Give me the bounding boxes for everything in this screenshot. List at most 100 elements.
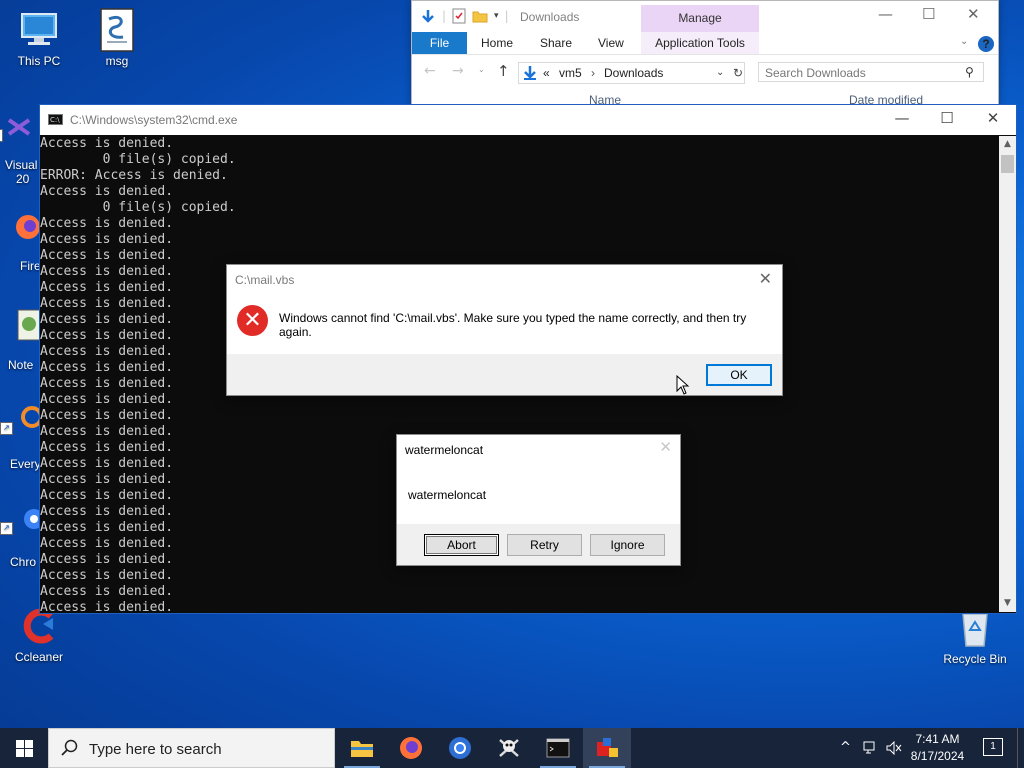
- maximize-button[interactable]: ☐: [927, 109, 967, 127]
- search-input[interactable]: Search Downloads: [758, 62, 984, 82]
- network-icon[interactable]: [863, 741, 879, 755]
- tab-file[interactable]: File: [412, 32, 467, 54]
- scrollbar-thumb[interactable]: [1001, 155, 1014, 173]
- ok-button[interactable]: OK: [706, 364, 772, 386]
- desktop-icon-label: 20: [16, 172, 30, 186]
- cmd-titlebar[interactable]: C:\ C:\Windows\system32\cmd.exe — ☐ ✕: [40, 105, 1016, 135]
- recent-locations-icon[interactable]: ⌄: [478, 65, 485, 74]
- console-line: Access is denied.: [40, 184, 174, 199]
- taskbar-chrome[interactable]: [436, 728, 484, 768]
- error-dialog[interactable]: C:\mail.vbs ✕ ✕ Windows cannot find 'C:\…: [226, 264, 783, 396]
- desktop-icon-notepad[interactable]: Note: [0, 308, 41, 372]
- new-folder-icon[interactable]: [472, 9, 488, 23]
- minimize-button[interactable]: —: [882, 109, 922, 127]
- properties-icon[interactable]: [452, 8, 466, 24]
- tab-application-tools[interactable]: Application Tools: [641, 32, 759, 54]
- desktop-icon-label: This PC: [17, 54, 61, 68]
- desktop-icon-visual-studio[interactable]: ↗ Visual 20: [0, 112, 40, 186]
- dialog-title: watermeloncat: [405, 443, 484, 457]
- up-arrow-icon[interactable]: ↑: [497, 62, 510, 80]
- taskbar: Type here to search ^ 7:41 AM 8/17/2024 …: [0, 728, 1024, 768]
- maximize-button[interactable]: ☐: [922, 5, 935, 23]
- desktop-icon-label: msg: [105, 54, 129, 68]
- scroll-down-arrow-icon[interactable]: ▼: [999, 595, 1016, 612]
- desktop-icon-label: Note: [8, 358, 34, 372]
- start-button[interactable]: [0, 728, 48, 768]
- address-bar[interactable]: « vm5 › Downloads ⌄ ↻: [518, 62, 745, 84]
- chrome-icon: ↗: [0, 505, 42, 535]
- skull-crossbones-icon: [499, 739, 519, 757]
- dialog-button-bar: Abort Retry Ignore: [397, 524, 680, 565]
- desktop-icon-msg[interactable]: msg: [81, 8, 153, 68]
- computer-icon: [17, 8, 61, 52]
- desktop-icon-label: Visual: [5, 158, 38, 172]
- minimize-button[interactable]: —: [878, 5, 893, 23]
- help-icon[interactable]: ?: [978, 36, 994, 52]
- tab-home[interactable]: Home: [481, 36, 513, 50]
- script-host-icon: [597, 738, 618, 757]
- vertical-scrollbar[interactable]: ▲ ▼: [999, 136, 1016, 612]
- abort-retry-ignore-dialog[interactable]: watermeloncat ✕ watermeloncat Abort Retr…: [396, 434, 681, 566]
- dialog-button-bar: OK: [227, 354, 782, 395]
- desktop-icon-label: Ccleaner: [14, 650, 64, 664]
- scroll-up-arrow-icon[interactable]: ▲: [999, 136, 1016, 153]
- refresh-icon[interactable]: ↻: [733, 63, 743, 83]
- cmd-icon: [546, 738, 570, 758]
- desktop-icon-firefox[interactable]: Fire: [0, 213, 41, 273]
- desktop-icon-recycle-bin[interactable]: Recycle Bin: [939, 606, 1011, 666]
- taskbar-pirate-app[interactable]: [485, 728, 533, 768]
- search-icon: [61, 739, 78, 756]
- close-icon[interactable]: ✕: [759, 269, 772, 288]
- tab-view[interactable]: View: [598, 36, 624, 50]
- clock-time: 7:41 AM: [915, 732, 960, 746]
- console-line: Access is denied.: [40, 568, 174, 583]
- taskbar-cmd[interactable]: [534, 728, 582, 768]
- action-center-button[interactable]: 1: [983, 738, 1003, 756]
- tab-share[interactable]: Share: [540, 36, 572, 50]
- console-line: Access is denied.: [40, 600, 174, 612]
- explorer-titlebar[interactable]: | ▾ | Downloads Manage — ☐ ✕: [412, 1, 998, 32]
- back-arrow-icon[interactable]: ←: [424, 63, 436, 79]
- chrome-icon: [449, 737, 471, 759]
- breadcrumb-vm5[interactable]: vm5: [559, 63, 582, 83]
- retry-button[interactable]: Retry: [507, 534, 582, 556]
- desktop-icon-chrome[interactable]: ↗ Chro: [0, 505, 42, 569]
- abort-button[interactable]: Abort: [424, 534, 499, 556]
- close-icon: ✕: [659, 438, 672, 456]
- shortcut-arrow-icon: ↗: [0, 422, 13, 435]
- breadcrumb-overflow[interactable]: «: [543, 63, 550, 83]
- cmd-title: C:\Windows\system32\cmd.exe: [70, 113, 238, 127]
- show-desktop-button[interactable]: [1017, 728, 1024, 768]
- breadcrumb-separator: ›: [591, 66, 595, 80]
- cmd-app-icon: C:\: [48, 114, 63, 125]
- file-explorer-window[interactable]: | ▾ | Downloads Manage — ☐ ✕ File Home S…: [411, 0, 999, 108]
- dialog-message: watermeloncat: [408, 488, 487, 502]
- show-hidden-icons-chevron-icon[interactable]: ^: [840, 740, 851, 755]
- address-dropdown-icon[interactable]: ⌄: [716, 63, 724, 83]
- customize-toolbar-icon[interactable]: ▾: [494, 11, 499, 21]
- breadcrumb-downloads[interactable]: Downloads: [604, 63, 663, 83]
- desktop-icon-label: Fire: [20, 259, 41, 273]
- desktop-icon-this-pc[interactable]: This PC: [3, 8, 75, 68]
- console-line: ERROR: Access is denied.: [40, 168, 228, 183]
- console-line: Access is denied.: [40, 216, 174, 231]
- volume-muted-icon[interactable]: [886, 741, 902, 755]
- taskbar-search-box[interactable]: Type here to search: [48, 728, 335, 768]
- folder-icon: [351, 741, 373, 757]
- tab-manage[interactable]: Manage: [641, 5, 759, 32]
- quick-access-down-arrow-icon[interactable]: [420, 8, 436, 24]
- taskbar-file-explorer[interactable]: [338, 728, 386, 768]
- system-clock[interactable]: 7:41 AM 8/17/2024: [905, 731, 970, 765]
- expand-ribbon-icon[interactable]: ⌄: [960, 36, 968, 47]
- taskbar-firefox[interactable]: [387, 728, 435, 768]
- forward-arrow-icon[interactable]: →: [452, 63, 464, 79]
- close-button[interactable]: ✕: [973, 109, 1013, 127]
- close-button[interactable]: ✕: [967, 5, 980, 23]
- taskbar-script-host[interactable]: [583, 728, 631, 768]
- ignore-button[interactable]: Ignore: [590, 534, 665, 556]
- ribbon-tabs: File Home Share View Application Tools ⌄…: [412, 32, 998, 55]
- desktop-icon-everything[interactable]: ↗ Every: [0, 405, 42, 471]
- address-bar-row: ← → ⌄ ↑ « vm5 › Downloads ⌄ ↻ Search Dow…: [412, 58, 998, 86]
- desktop-icon-label: Recycle Bin: [943, 652, 1007, 666]
- error-icon: ✕: [237, 305, 268, 336]
